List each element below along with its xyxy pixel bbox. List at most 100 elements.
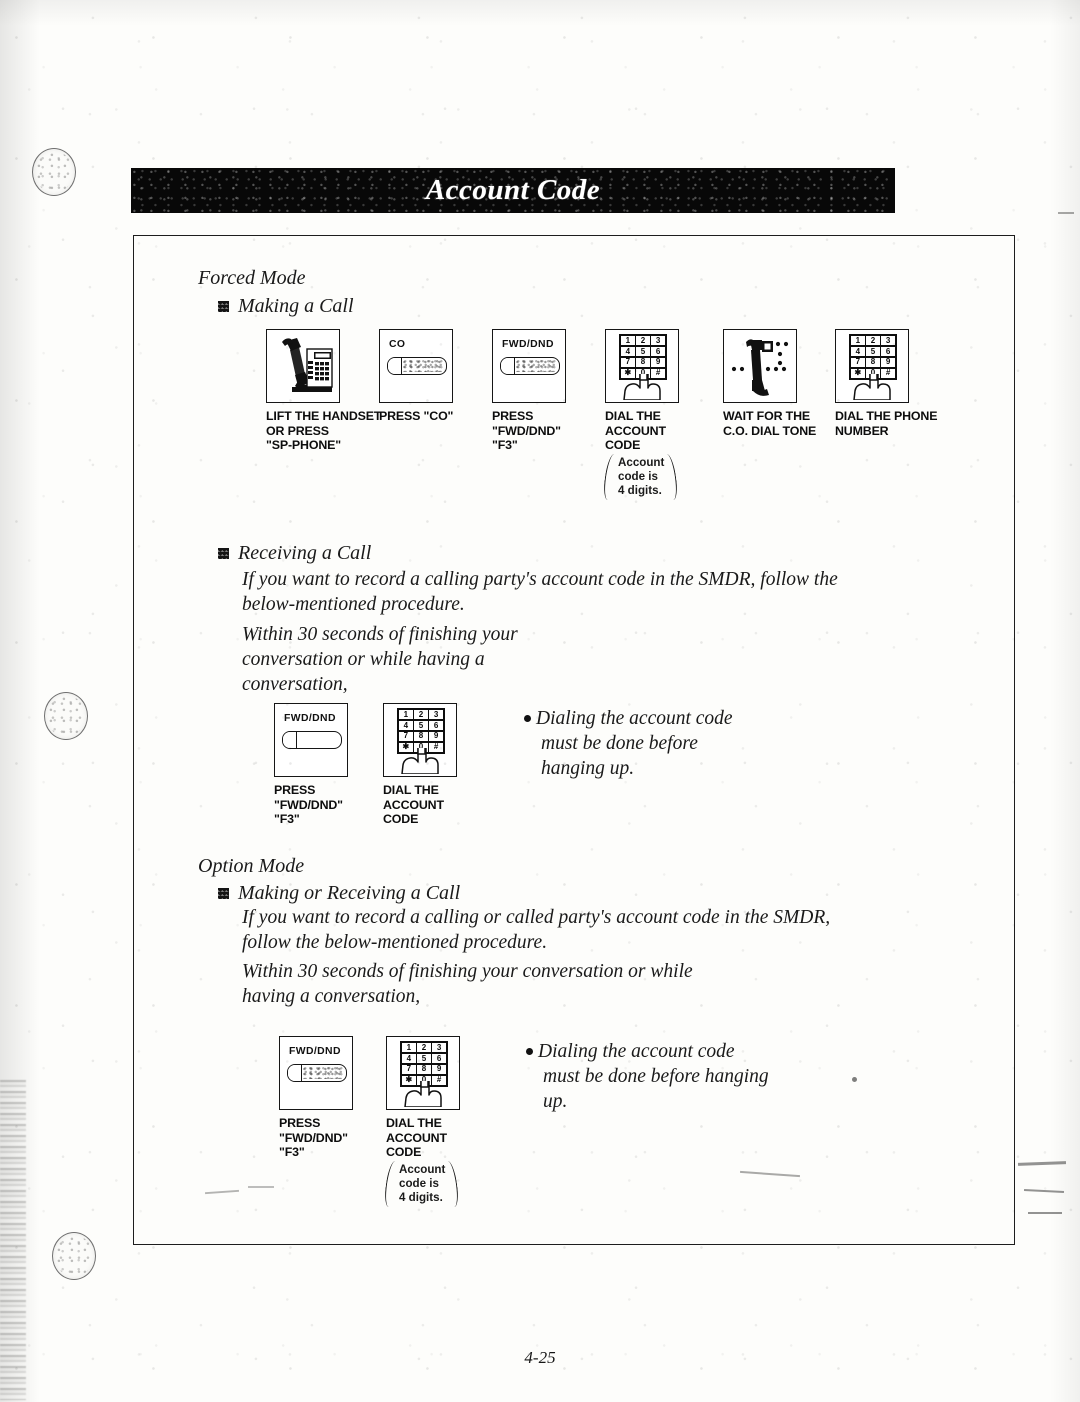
step-dial-account-code: 1 2 3 4 5 6 7 8 9 ✱ 0 # DIAL THE ACCOUNT CODE Accou… — [386, 1036, 460, 1206]
step-press-fwd-dnd: FWD/DND PRESS "FWD/DND" "F3" — [279, 1036, 353, 1160]
step-caption: PRESS "FWD/DND" "F3" — [279, 1116, 348, 1160]
keypad-dial-icon: 1 2 3 4 5 6 7 8 9 ✱ 0 # — [835, 329, 909, 403]
keypad-key: 8 — [414, 731, 428, 742]
option-mode-body: If you want to record a calling or calle… — [242, 907, 831, 953]
scan-artifact-right-3 — [1028, 1212, 1062, 1214]
section-heading-option-mode: Option Mode — [198, 855, 305, 877]
keypad-key: 7 — [851, 357, 865, 368]
square-bullet-icon — [218, 548, 229, 559]
keypad-key: 4 — [621, 346, 635, 357]
pointing-hand-icon — [853, 374, 891, 400]
fwd-dnd-button-label: FWD/DND — [289, 1046, 341, 1057]
keypad-key: 4 — [399, 720, 413, 731]
receiving-call-timing: Within 30 seconds of finishing your conv… — [242, 624, 518, 695]
option-mode-timing: Within 30 seconds of finishing your conv… — [242, 961, 693, 1007]
keypad-key: 2 — [866, 336, 880, 346]
step-dial-account-code: 1 2 3 4 5 6 7 8 9 ✱ 0 # DIAL THE ACCOUNT CODE — [383, 703, 457, 827]
pointing-hand-icon — [404, 1081, 442, 1107]
page-title: Account Code — [425, 174, 601, 206]
keypad-key: 1 — [621, 336, 635, 346]
keypad-key: 9 — [881, 357, 895, 368]
step-caption: DIAL THE ACCOUNT CODE — [386, 1116, 447, 1160]
fwd-dnd-button-icon: FWD/DND — [492, 329, 566, 403]
scan-artifact-right-2 — [1023, 1188, 1065, 1194]
subsection-label: Making or Receiving a Call — [238, 882, 461, 904]
keypad-key: 2 — [636, 336, 650, 346]
keypad-key: 9 — [432, 1064, 446, 1075]
content-frame: Forced Mode Making a Call LIFT THE HANDS… — [133, 235, 1015, 1245]
keypad-dial-icon: 1 2 3 4 5 6 7 8 9 ✱ 0 # — [383, 703, 457, 777]
keypad-key: 5 — [417, 1053, 431, 1064]
step-caption: PRESS "FWD/DND" "F3" — [274, 783, 343, 827]
receiving-call-note: Dialing the account code must be done be… — [524, 706, 733, 781]
keypad-key: 9 — [429, 731, 443, 742]
keypad-key: 1 — [402, 1043, 416, 1053]
step-wait-dial-tone: WAIT FOR THE C.O. DIAL TONE — [723, 329, 816, 438]
receiving-call-body: If you want to record a calling party's … — [242, 569, 838, 615]
step-dial-phone-number: 1 2 3 4 5 6 7 8 9 ✱ 0 # DIAL THE PHONE NUMBER — [835, 329, 937, 438]
desk-phone-handset-lifted-icon — [266, 329, 340, 403]
fwd-dnd-button-label: FWD/DND — [284, 713, 336, 724]
option-mode-note: Dialing the account code must be done be… — [526, 1039, 769, 1114]
keypad-key: 5 — [866, 346, 880, 357]
co-key-graphic — [387, 357, 447, 375]
keypad-key: 6 — [432, 1053, 446, 1064]
subsection-heading-making-a-call: Making a Call — [218, 295, 354, 318]
hole-punch-bottom — [52, 1232, 96, 1280]
fwd-dnd-button-icon: FWD/DND — [279, 1036, 353, 1110]
keypad-key: 6 — [651, 346, 665, 357]
step-press-fwd-dnd: FWD/DND PRESS "FWD/DND" "F3" — [274, 703, 348, 827]
step-caption: PRESS "FWD/DND" "F3" — [492, 409, 561, 453]
binder-edge-smudge — [0, 1080, 26, 1400]
step-caption: DIAL THE ACCOUNT CODE — [383, 783, 444, 827]
fwd-dnd-key-graphic — [500, 357, 560, 375]
keypad-key: 7 — [399, 731, 413, 742]
keypad-dial-icon: 1 2 3 4 5 6 7 8 9 ✱ 0 # — [605, 329, 679, 403]
keypad-key: 8 — [636, 357, 650, 368]
page-header-banner: Account Code — [131, 168, 895, 213]
square-bullet-icon — [218, 301, 229, 312]
scan-artifact-right-1 — [1017, 1161, 1067, 1166]
keypad-key: 3 — [432, 1043, 446, 1053]
keypad-key: 6 — [429, 720, 443, 731]
keypad-key: 5 — [414, 720, 428, 731]
subsection-heading-receiving-a-call: Receiving a Call — [218, 542, 371, 565]
account-code-paren-note: Account code is 4 digits. — [386, 1162, 457, 1206]
fwd-dnd-button-icon: FWD/DND — [274, 703, 348, 777]
step-caption: LIFT THE HANDSET OR PRESS "SP-PHONE" — [266, 409, 382, 453]
square-bullet-icon — [218, 888, 229, 899]
dot-bullet-icon — [526, 1047, 533, 1055]
keypad-key: 1 — [851, 336, 865, 346]
keypad-key: 7 — [402, 1064, 416, 1075]
keypad-key: 9 — [651, 357, 665, 368]
account-code-paren-note: Account code is 4 digits. — [605, 455, 676, 499]
step-caption: PRESS "CO" — [379, 409, 454, 423]
step-dial-account-code: 1 2 3 4 5 6 7 8 9 ✱ 0 # DIAL THE ACCOUNT CODE Accou… — [605, 329, 679, 499]
keypad-key: 2 — [417, 1043, 431, 1053]
hole-punch-top — [32, 148, 76, 196]
section-heading-forced-mode: Forced Mode — [198, 267, 306, 289]
keypad-key: 2 — [414, 710, 428, 720]
co-button-icon: CO — [379, 329, 453, 403]
pointing-hand-icon — [623, 374, 661, 400]
keypad-key: 8 — [417, 1064, 431, 1075]
scan-artifact-dash-2 — [248, 1186, 274, 1188]
keypad-key: 4 — [851, 346, 865, 357]
subsection-label: Making a Call — [238, 295, 354, 317]
page-number: 4-25 — [524, 1348, 556, 1367]
keypad-key: 1 — [399, 710, 413, 720]
step-caption: DIAL THE ACCOUNT CODE — [605, 409, 666, 453]
co-button-label: CO — [389, 339, 406, 350]
fwd-dnd-key-graphic — [282, 731, 342, 749]
keypad-key: 3 — [881, 336, 895, 346]
keypad-key: 7 — [621, 357, 635, 368]
keypad-dial-icon: 1 2 3 4 5 6 7 8 9 ✱ 0 # — [386, 1036, 460, 1110]
step-lift-handset: LIFT THE HANDSET OR PRESS "SP-PHONE" — [266, 329, 381, 453]
step-press-fwd-dnd: FWD/DND PRESS "FWD/DND" "F3" — [492, 329, 566, 453]
keypad-key: 3 — [651, 336, 665, 346]
fwd-dnd-key-graphic — [287, 1064, 347, 1082]
step-press-co: CO PRESS "CO" — [379, 329, 453, 424]
handset-dial-tone-icon — [723, 329, 797, 403]
keypad-key: 6 — [881, 346, 895, 357]
scan-artifact-top-right — [1058, 212, 1074, 214]
